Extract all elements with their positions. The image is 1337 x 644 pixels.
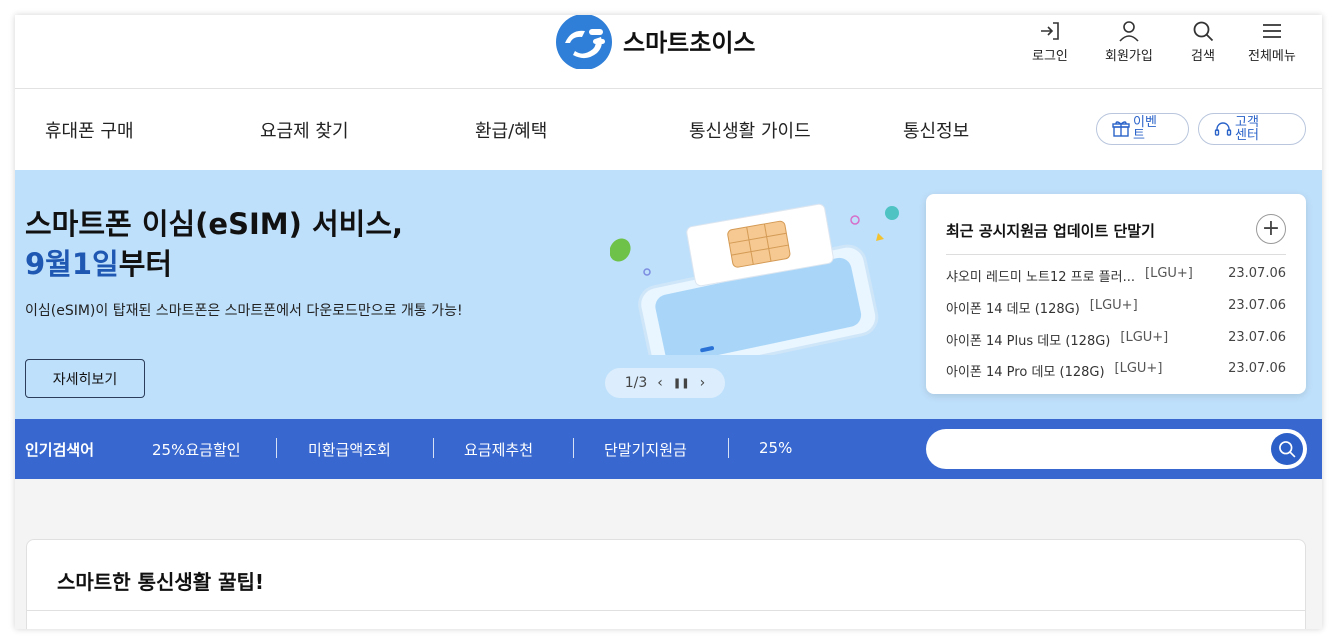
hero-title-rest: 부터 [118, 247, 173, 281]
next-icon[interactable]: › [700, 375, 706, 391]
nav-item-phone-purchase[interactable]: 휴대폰 구매 [45, 117, 134, 143]
search-label: 검색 [1191, 49, 1215, 64]
headset-icon [1214, 122, 1232, 136]
support-button[interactable]: 고객센터 [1198, 113, 1306, 145]
search-link[interactable]: 검색 [1191, 19, 1215, 64]
nav-item-info[interactable]: 통신정보 [903, 117, 969, 143]
site-header: 스마트초이스 로그인 회원가입 검색 전체메뉴 [15, 15, 1322, 89]
card-divider [946, 254, 1286, 255]
keyword-link[interactable]: 미환급액조회 [308, 439, 391, 460]
hero-title-line1: 스마트폰 이심(eSIM) 서비스, [25, 207, 404, 241]
search-submit-button[interactable] [1271, 433, 1303, 465]
hero-title: 스마트폰 이심(eSIM) 서비스, 9월1일부터 [25, 204, 403, 284]
carrier: [LGU+] [1114, 361, 1163, 376]
event-button[interactable]: 이벤트 [1096, 113, 1189, 145]
divider [573, 438, 574, 458]
carrier: [LGU+] [1120, 330, 1169, 345]
nav-item-refund-benefit[interactable]: 환급/혜택 [475, 117, 547, 143]
list-item[interactable]: 샤오미 레드미 노트12 프로 플러... [LGU+] 23.07.06 [946, 266, 1286, 285]
login-link[interactable]: 로그인 [1032, 19, 1068, 64]
hero-title-line2: 9월1일부터 [25, 244, 403, 284]
card-title: 최근 공시지원금 업데이트 단말기 [946, 222, 1155, 240]
tips-title: 스마트한 통신생활 꿀팁! [57, 570, 265, 594]
device-name: 샤오미 레드미 노트12 프로 플러... [946, 270, 1135, 285]
update-date: 23.07.06 [1228, 361, 1286, 376]
list-item[interactable]: 아이폰 14 데모 (128G) [LGU+] 23.07.06 [946, 298, 1286, 317]
nav-item-guide[interactable]: 통신생활 가이드 [689, 117, 811, 143]
plus-icon[interactable]: + [1256, 214, 1286, 244]
carousel-pager: 1/3 ‹ ❚❚ › [605, 368, 725, 398]
hamburger-icon [1262, 24, 1281, 38]
details-button[interactable]: 자세히보기 [25, 359, 145, 398]
list-item[interactable]: 아이폰 14 Plus 데모 (128G) [LGU+] 23.07.06 [946, 330, 1286, 349]
page: 스마트초이스 로그인 회원가입 검색 전체메뉴 휴대폰 구매 요금제 찾기 환급… [15, 15, 1322, 629]
event-label: 이벤트 [1133, 115, 1157, 143]
update-date: 23.07.06 [1228, 298, 1286, 313]
tips-divider [27, 610, 1305, 611]
logo-text: 스마트초이스 [623, 28, 756, 57]
search-icon [1193, 21, 1214, 42]
pager-count: 1/3 [624, 375, 648, 391]
prev-icon[interactable]: ‹ [657, 375, 663, 391]
keyword-link[interactable]: 25%요금할인 [152, 439, 241, 460]
list-item[interactable]: 아이폰 14 Pro 데모 (128G) [LGU+] 23.07.06 [946, 361, 1286, 380]
esim-phone-illustration [610, 203, 899, 355]
gift-icon [1112, 121, 1130, 137]
update-date: 23.07.06 [1228, 266, 1286, 281]
popular-search-bar: 인기검색어 25%요금할인 미환급액조회 요금제추천 단말기지원금 25% [15, 419, 1322, 479]
popular-search-label: 인기검색어 [25, 441, 95, 459]
search-icon [1279, 441, 1296, 458]
hero-description: 이심(eSIM)이 탑재된 스마트폰은 스마트폰에서 다운로드만으로 개통 가능… [25, 303, 463, 319]
hero-banner: 스마트폰 이심(eSIM) 서비스, 9월1일부터 이심(eSIM)이 탑재된 … [15, 170, 1322, 419]
hero-title-highlight: 9월1일 [25, 247, 119, 281]
divider [728, 438, 729, 458]
device-name: 아이폰 14 Plus 데모 (128G) [946, 334, 1111, 349]
search-box [926, 429, 1307, 469]
logo[interactable]: 스마트초이스 [555, 15, 755, 69]
menu-label: 전체메뉴 [1248, 49, 1296, 64]
divider [433, 438, 434, 458]
keyword-link[interactable]: 단말기지원금 [604, 439, 687, 460]
pause-icon[interactable]: ❚❚ [673, 378, 690, 389]
signup-link[interactable]: 회원가입 [1105, 19, 1153, 64]
carrier: [LGU+] [1089, 298, 1138, 313]
update-date: 23.07.06 [1228, 330, 1286, 345]
subsidy-update-card: 최근 공시지원금 업데이트 단말기 + 샤오미 레드미 노트12 프로 플러..… [926, 194, 1306, 394]
device-name: 아이폰 14 데모 (128G) [946, 302, 1080, 317]
main-nav: 휴대폰 구매 요금제 찾기 환급/혜택 통신생활 가이드 통신정보 이벤트 고객… [15, 89, 1322, 170]
signup-label: 회원가입 [1105, 49, 1153, 64]
keyword-link[interactable]: 25% [759, 439, 792, 457]
menu-link[interactable]: 전체메뉴 [1248, 19, 1296, 64]
divider [276, 438, 277, 458]
logo-icon [556, 15, 612, 69]
device-name: 아이폰 14 Pro 데모 (128G) [946, 365, 1105, 380]
user-icon [1119, 21, 1139, 42]
support-label: 고객센터 [1235, 115, 1259, 143]
login-label: 로그인 [1032, 49, 1068, 64]
carrier: [LGU+] [1145, 266, 1193, 281]
search-input[interactable] [942, 435, 1262, 463]
nav-item-plan-finder[interactable]: 요금제 찾기 [260, 117, 349, 143]
keyword-link[interactable]: 요금제추천 [464, 439, 533, 460]
login-icon [1040, 22, 1059, 40]
tips-section: 스마트한 통신생활 꿀팁! [26, 539, 1306, 629]
